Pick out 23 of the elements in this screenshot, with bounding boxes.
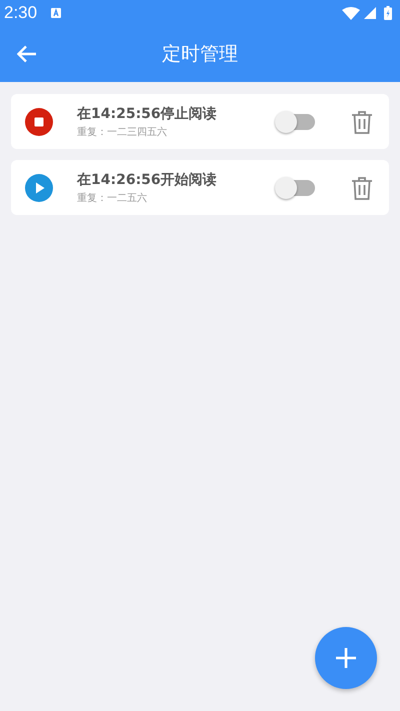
battery-icon — [384, 6, 392, 20]
play-icon — [25, 174, 53, 202]
delete-button[interactable] — [351, 176, 373, 200]
wifi-icon — [342, 6, 360, 20]
back-arrow-icon — [17, 45, 37, 63]
status-time: 2:30 — [4, 3, 38, 23]
timer-card[interactable]: 在14:26:56开始阅读 重复：一二五六 — [11, 160, 389, 215]
notification-icon — [51, 8, 62, 18]
trash-icon — [351, 110, 373, 134]
delete-button[interactable] — [351, 110, 373, 134]
timer-card[interactable]: 在14:25:56停止阅读 重复：一二三四五六 — [11, 94, 389, 149]
timer-title: 在14:26:56开始阅读 — [77, 170, 218, 188]
repeat-days: 重复：一二五六 — [77, 190, 277, 204]
page-title: 定时管理 — [162, 42, 238, 67]
signal-icon — [364, 7, 376, 19]
toggle-switch[interactable] — [277, 180, 315, 196]
timer-title: 在14:25:56停止阅读 — [77, 104, 218, 122]
toggle-switch[interactable] — [277, 114, 315, 130]
add-button[interactable] — [315, 627, 377, 689]
repeat-days: 重复：一二三四五六 — [77, 124, 277, 138]
plus-icon — [335, 647, 357, 669]
trash-icon — [351, 176, 373, 200]
stop-icon — [25, 108, 53, 136]
